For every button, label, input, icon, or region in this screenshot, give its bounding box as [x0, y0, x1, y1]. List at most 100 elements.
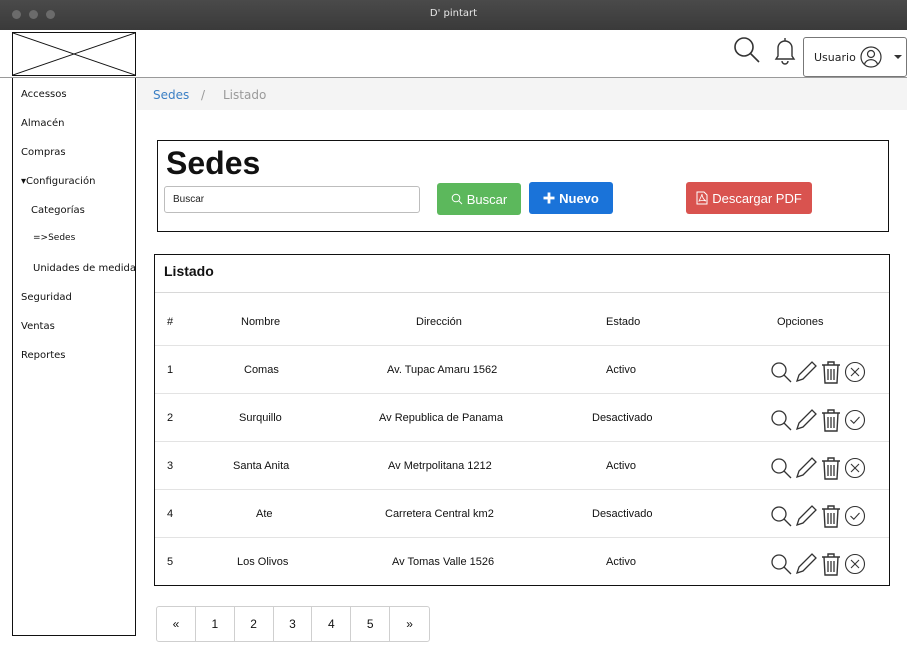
logo-placeholder-icon [13, 33, 135, 75]
delete-trash-icon[interactable] [820, 360, 842, 384]
activate-check-circle-icon[interactable] [844, 505, 866, 527]
column-header-nombre: Nombre [241, 316, 281, 328]
delete-trash-icon[interactable] [820, 408, 842, 432]
edit-pencil-icon[interactable] [794, 456, 818, 480]
sidebar-item-reportes[interactable]: Reportes [21, 350, 66, 361]
view-search-icon[interactable] [770, 457, 792, 479]
pagination-page-3[interactable]: 3 [274, 607, 313, 641]
pagination: « 1 2 3 4 5 » [156, 606, 430, 642]
sidebar-item-categorias[interactable]: Categorías [31, 205, 85, 216]
sidebar-item-accessos[interactable]: Accessos [21, 89, 67, 100]
cell-estado: Desactivado [592, 508, 653, 520]
user-label: Usuario [814, 50, 856, 64]
deactivate-x-circle-icon[interactable] [844, 361, 866, 383]
row-actions [770, 407, 870, 433]
pagination-page-4[interactable]: 4 [312, 607, 352, 641]
pagination-page-2[interactable]: 2 [235, 607, 274, 641]
cell-number: 4 [167, 508, 174, 520]
view-search-icon[interactable] [770, 409, 792, 431]
row-divider [155, 393, 889, 394]
cell-estado: Desactivado [592, 412, 653, 424]
pdf-file-icon [696, 191, 708, 205]
deactivate-x-circle-icon[interactable] [844, 553, 866, 575]
view-search-icon[interactable] [770, 505, 792, 527]
cell-direccion: Carretera Central km2 [385, 508, 494, 520]
pagination-next-button[interactable]: » [390, 607, 429, 641]
edit-pencil-icon[interactable] [794, 360, 818, 384]
download-pdf-button[interactable]: Descargar PDF [686, 182, 812, 214]
plus-icon [543, 192, 555, 204]
cell-direccion: Av. Tupac Amaru 1562 [387, 364, 498, 376]
list-header-divider [155, 292, 889, 293]
cell-nombre: Los Olivos [237, 556, 289, 568]
row-divider [155, 345, 889, 346]
search-panel: Sedes Buscar Nuevo Descargar PDF [157, 140, 889, 232]
user-avatar-icon [860, 46, 882, 68]
cell-nombre: Surquillo [239, 412, 282, 424]
sidebar-item-compras[interactable]: Compras [21, 147, 66, 158]
logo-placeholder [12, 32, 136, 76]
edit-pencil-icon[interactable] [794, 408, 818, 432]
row-divider [155, 441, 889, 442]
activate-check-circle-icon[interactable] [844, 409, 866, 431]
sidebar-item-unidades-de-medida[interactable]: Unidades de medida [33, 263, 136, 274]
chevron-down-icon [893, 55, 902, 59]
pagination-page-1[interactable]: 1 [196, 607, 235, 641]
cell-estado: Activo [606, 460, 636, 472]
new-button[interactable]: Nuevo [529, 182, 613, 214]
bell-icon[interactable] [773, 36, 797, 66]
cell-nombre: Santa Anita [233, 460, 290, 472]
breadcrumb-sedes-link[interactable]: Sedes [153, 88, 189, 102]
cell-direccion: Av Tomas Valle 1526 [392, 556, 495, 568]
view-search-icon[interactable] [770, 361, 792, 383]
pagination-page-5[interactable]: 5 [351, 607, 391, 641]
list-title: Listado [164, 263, 214, 279]
edit-pencil-icon[interactable] [794, 504, 818, 528]
window-titlebar: D' pintart [0, 0, 907, 30]
row-actions [770, 503, 870, 529]
deactivate-x-circle-icon[interactable] [844, 457, 866, 479]
cell-direccion: Av Republica de Panama [379, 412, 503, 424]
breadcrumb-separator: / [201, 88, 206, 102]
top-bar [0, 30, 907, 78]
row-divider [155, 537, 889, 538]
download-pdf-button-label: Descargar PDF [712, 190, 802, 206]
cell-number: 3 [167, 460, 174, 472]
cell-nombre: Ate [256, 508, 273, 520]
sidebar-item-sedes[interactable]: =>Sedes [33, 233, 75, 243]
row-actions [770, 551, 870, 577]
sidebar-item-ventas[interactable]: Ventas [21, 321, 55, 332]
cell-number: 2 [167, 412, 174, 424]
sidebar-item-configuracion[interactable]: ▾Configuración [21, 176, 95, 187]
search-icon [451, 193, 463, 205]
column-header-number: # [167, 316, 174, 328]
delete-trash-icon[interactable] [820, 552, 842, 576]
cell-estado: Activo [606, 364, 636, 376]
cell-estado: Activo [606, 556, 636, 568]
cell-direccion: Av Metrpolitana 1212 [388, 460, 492, 472]
search-button-label: Buscar [466, 191, 508, 207]
sidebar-item-seguridad[interactable]: Seguridad [21, 292, 72, 303]
breadcrumb-current: Listado [223, 88, 267, 102]
row-divider [155, 489, 889, 490]
delete-trash-icon[interactable] [820, 456, 842, 480]
view-search-icon[interactable] [770, 553, 792, 575]
cell-number: 1 [167, 364, 174, 376]
column-header-opciones: Opciones [777, 316, 824, 328]
search-input[interactable] [164, 186, 420, 213]
user-menu-button[interactable]: Usuario [803, 37, 907, 77]
search-icon[interactable] [733, 36, 761, 64]
breadcrumb: Sedes / Listado [137, 78, 907, 110]
edit-pencil-icon[interactable] [794, 552, 818, 576]
sidebar: Accessos Almacén Compras ▾Configuración … [12, 78, 136, 636]
window-title: D' pintart [429, 8, 478, 19]
page-title: Sedes [166, 145, 261, 181]
sidebar-item-almacen[interactable]: Almacén [21, 118, 64, 129]
pagination-prev-button[interactable]: « [157, 607, 196, 641]
search-button[interactable]: Buscar [437, 183, 521, 215]
column-header-estado: Estado [606, 316, 641, 328]
delete-trash-icon[interactable] [820, 504, 842, 528]
new-button-label: Nuevo [559, 190, 599, 206]
cell-number: 5 [167, 556, 174, 568]
cell-nombre: Comas [244, 364, 279, 376]
